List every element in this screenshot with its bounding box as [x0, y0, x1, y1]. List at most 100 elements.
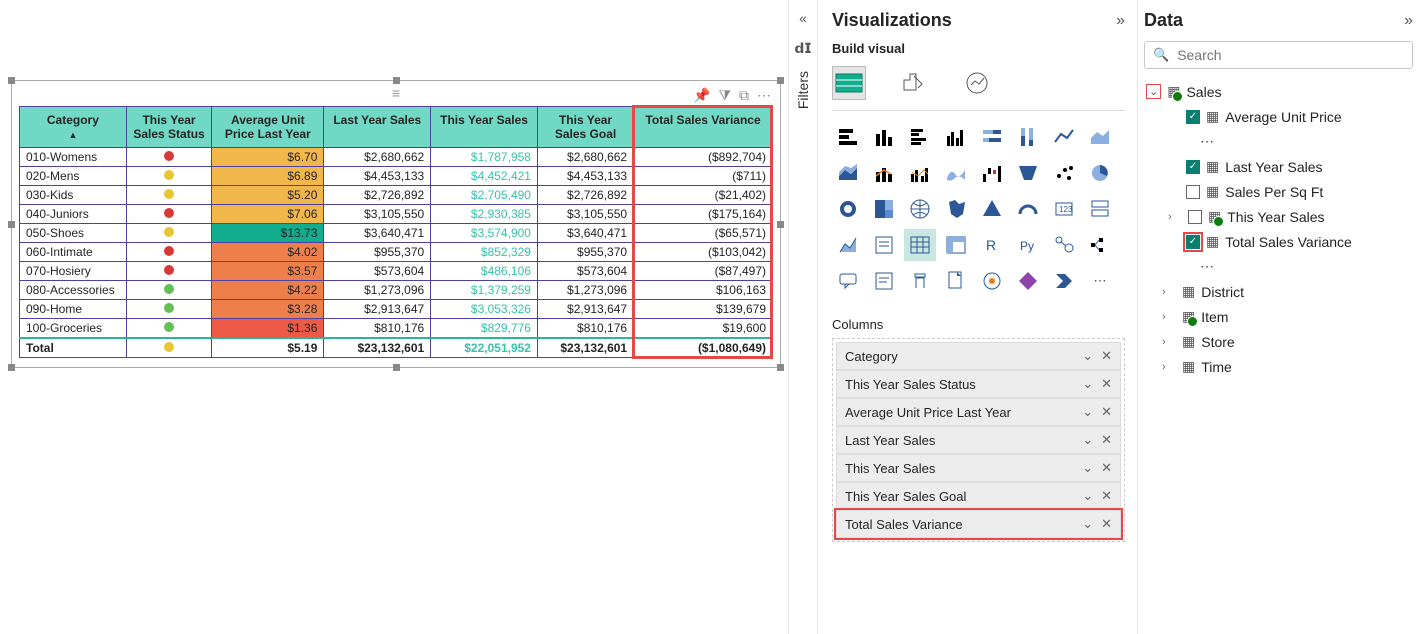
report-canvas[interactable]: ≡ 📌 ⧩ ⧉ ⋯ Category▲This Year Sales Statu… — [0, 0, 788, 634]
column-header[interactable]: Category▲ — [20, 107, 127, 148]
viz-matrix[interactable] — [940, 229, 972, 261]
viz-card[interactable]: 123 — [1048, 193, 1080, 225]
table-row-collapsed[interactable]: ›▦Store — [1144, 329, 1413, 354]
field-checkbox[interactable] — [1186, 185, 1200, 199]
focus-mode-icon[interactable]: ⧉ — [739, 88, 749, 102]
field-row[interactable]: ▦Sales Per Sq Ft — [1144, 179, 1413, 204]
field-pill[interactable]: This Year Sales⌄✕ — [836, 454, 1121, 482]
drag-handle-icon[interactable]: ≡ — [392, 88, 400, 106]
viz-stacked-column[interactable] — [868, 121, 900, 153]
table-row[interactable]: 010-Womens$6.70$2,680,662$1,787,958$2,68… — [20, 148, 773, 167]
viz-clustered-column[interactable] — [940, 121, 972, 153]
table-row[interactable]: 100-Groceries$1.36$810,176$829,776$810,1… — [20, 319, 773, 339]
viz-100-stacked-bar[interactable] — [976, 121, 1008, 153]
viz-pie[interactable] — [1084, 157, 1116, 189]
collapse-chevron-icon[interactable]: » — [1404, 12, 1413, 30]
table-row-collapsed[interactable]: ›▦District — [1144, 279, 1413, 304]
column-header[interactable]: Last Year Sales — [324, 107, 431, 148]
table-row[interactable]: 050-Shoes$13.73$3,640,471$3,574,900$3,64… — [20, 224, 773, 243]
viz-get-more[interactable]: ⋯ — [1084, 265, 1116, 297]
viz-line-stacked-column[interactable] — [868, 157, 900, 189]
viz-filled-map[interactable] — [940, 193, 972, 225]
viz-goals[interactable] — [904, 265, 936, 297]
viz-stacked-area[interactable] — [832, 157, 864, 189]
collapse-chevron-icon[interactable]: » — [1116, 12, 1125, 30]
remove-field-icon[interactable]: ✕ — [1101, 404, 1112, 420]
format-visual-tab[interactable] — [896, 66, 930, 100]
table-row-collapsed[interactable]: ›▦Time — [1144, 354, 1413, 379]
viz-key-influencers[interactable] — [1048, 229, 1080, 261]
filters-pane-collapsed[interactable]: « 𝗱𝗜 Filters — [788, 0, 818, 634]
build-visual-tab[interactable] — [832, 66, 866, 100]
table-row[interactable]: 080-Accessories$4.22$1,273,096$1,379,259… — [20, 281, 773, 300]
chevron-right-icon[interactable]: › — [1168, 211, 1182, 223]
viz-azure-map[interactable] — [976, 193, 1008, 225]
chevron-down-icon[interactable]: ⌄ — [1082, 488, 1093, 504]
viz-power-apps[interactable] — [1012, 265, 1044, 297]
viz-scatter[interactable] — [1048, 157, 1080, 189]
remove-field-icon[interactable]: ✕ — [1101, 516, 1112, 532]
field-checkbox[interactable]: ✓ — [1186, 160, 1200, 174]
remove-field-icon[interactable]: ✕ — [1101, 460, 1112, 476]
table-row-collapsed[interactable]: ›▦Item — [1144, 304, 1413, 329]
viz-stacked-bar[interactable] — [832, 121, 864, 153]
field-checkbox[interactable]: ✓ — [1186, 110, 1200, 124]
viz-power-automate[interactable] — [1048, 265, 1080, 297]
search-input[interactable] — [1177, 47, 1404, 63]
viz-gauge[interactable] — [1012, 193, 1044, 225]
columns-field-well[interactable]: Category⌄✕This Year Sales Status⌄✕Averag… — [832, 338, 1125, 542]
chevron-right-icon[interactable]: › — [1162, 311, 1176, 323]
chevron-right-icon[interactable]: › — [1162, 336, 1176, 348]
column-header[interactable]: This Year Sales Goal — [537, 107, 633, 148]
viz-100-stacked-column[interactable] — [1012, 121, 1044, 153]
viz-slicer[interactable] — [868, 229, 900, 261]
viz-waterfall[interactable] — [976, 157, 1008, 189]
chevron-down-icon[interactable]: ⌄ — [1082, 376, 1093, 392]
viz-clustered-bar[interactable] — [904, 121, 936, 153]
column-header[interactable]: This Year Sales Status — [126, 107, 211, 148]
search-box[interactable]: 🔍 — [1144, 41, 1413, 69]
field-pill[interactable]: Category⌄✕ — [836, 342, 1121, 370]
table-visual[interactable]: ≡ 📌 ⧩ ⧉ ⋯ Category▲This Year Sales Statu… — [19, 88, 773, 358]
viz-decomposition[interactable] — [1084, 229, 1116, 261]
column-header[interactable]: Average Unit Price Last Year — [212, 107, 324, 148]
collapse-double-chevron-icon[interactable]: « — [799, 10, 807, 26]
viz-funnel[interactable] — [1012, 157, 1044, 189]
table-row[interactable]: 020-Mens$6.89$4,453,133$4,452,421$4,453,… — [20, 167, 773, 186]
chevron-down-icon[interactable]: ⌄ — [1082, 404, 1093, 420]
more-fields-icon[interactable]: ⋯ — [1144, 129, 1413, 154]
pin-icon[interactable]: 📌 — [693, 88, 710, 102]
field-pill[interactable]: This Year Sales Goal⌄✕ — [836, 482, 1121, 510]
table-row[interactable]: 060-Intimate$4.02$955,370$852,329$955,37… — [20, 243, 773, 262]
viz-smart-narrative[interactable] — [868, 265, 900, 297]
table-row[interactable]: 030-Kids$5.20$2,726,892$2,705,490$2,726,… — [20, 186, 773, 205]
viz-kpi[interactable] — [832, 229, 864, 261]
chevron-down-icon[interactable]: ⌄ — [1082, 516, 1093, 532]
field-row[interactable]: ✓▦Total Sales Variance — [1144, 229, 1413, 254]
viz-py[interactable]: Py — [1012, 229, 1044, 261]
chevron-right-icon[interactable]: › — [1162, 361, 1176, 373]
viz-treemap[interactable] — [868, 193, 900, 225]
column-header[interactable]: This Year Sales — [431, 107, 538, 148]
viz-ribbon[interactable] — [940, 157, 972, 189]
chevron-down-icon[interactable]: ⌄ — [1082, 348, 1093, 364]
viz-arcgis[interactable] — [976, 265, 1008, 297]
table-row[interactable]: 070-Hosiery$3.57$573,604$486,106$573,604… — [20, 262, 773, 281]
field-row[interactable]: ✓▦Average Unit Price — [1144, 104, 1413, 129]
viz-line-clustered-column[interactable] — [904, 157, 936, 189]
viz-r[interactable]: R — [976, 229, 1008, 261]
viz-table[interactable] — [904, 229, 936, 261]
viz-map[interactable] — [904, 193, 936, 225]
viz-multi-row-card[interactable] — [1084, 193, 1116, 225]
field-pill[interactable]: This Year Sales Status⌄✕ — [836, 370, 1121, 398]
column-header[interactable]: Total Sales Variance — [634, 107, 773, 148]
filter-icon[interactable]: ⧩ — [719, 88, 732, 102]
table-row[interactable]: 090-Home$3.28$2,913,647$3,053,326$2,913,… — [20, 300, 773, 319]
chevron-down-icon[interactable]: ⌄ — [1082, 460, 1093, 476]
chevron-down-icon[interactable]: ⌄ — [1146, 84, 1161, 99]
field-pill[interactable]: Average Unit Price Last Year⌄✕ — [836, 398, 1121, 426]
field-row[interactable]: ✓▦Last Year Sales — [1144, 154, 1413, 179]
table-sales[interactable]: ⌄ ▦ Sales — [1144, 79, 1413, 104]
remove-field-icon[interactable]: ✕ — [1101, 376, 1112, 392]
viz-paginated[interactable] — [940, 265, 972, 297]
